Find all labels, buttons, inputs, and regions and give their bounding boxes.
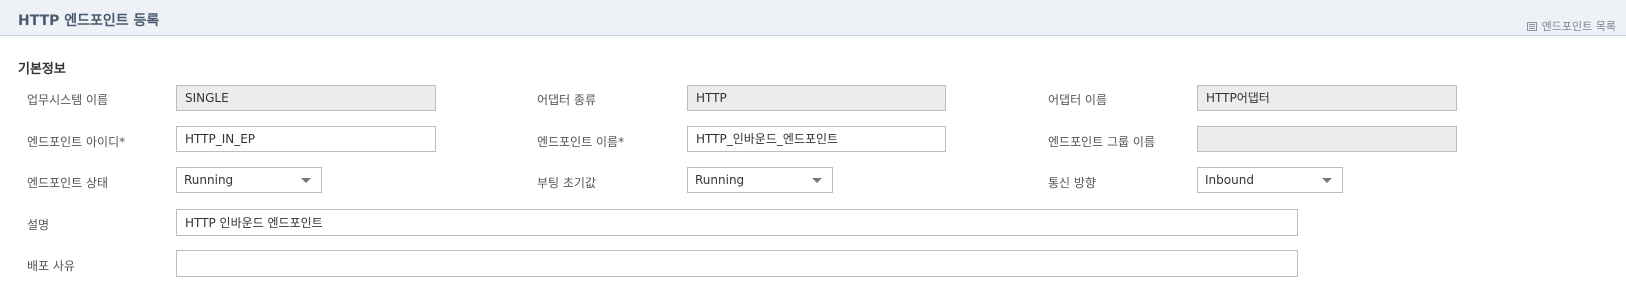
chevron-down-icon [1322,178,1332,183]
adapter-name-field[interactable] [1197,85,1457,111]
endpoint-status-select[interactable]: Running [176,167,322,193]
chevron-down-icon [301,178,311,183]
description-label: 설명 [27,218,50,232]
business-system-label: 업무시스템 이름 [27,93,109,107]
boot-initial-select[interactable]: Running [687,167,833,193]
page-title: HTTP 엔드포인트 등록 [18,13,160,29]
page-header: HTTP 엔드포인트 등록 엔드포인트 목록 [0,0,1626,36]
endpoint-id-input[interactable] [176,126,436,152]
list-icon [1526,21,1537,31]
endpoint-status-value: Running [184,173,234,187]
adapter-name-label: 어댑터 이름 [1048,93,1108,107]
section-title: 기본정보 [18,62,66,77]
endpoint-list-label: 엔드포인트 목록 [1541,20,1616,33]
adapter-type-field[interactable] [687,85,946,111]
endpoint-id-label: 엔드포인트 아이디* [27,135,126,149]
endpoint-status-label: 엔드포인트 상태 [27,176,109,190]
boot-initial-value: Running [695,173,745,187]
direction-label: 통신 방향 [1048,176,1096,190]
direction-value: Inbound [1205,173,1254,187]
endpoint-name-input[interactable] [687,126,946,152]
endpoint-name-label: 엔드포인트 이름* [537,135,625,149]
description-input[interactable] [176,209,1298,236]
boot-initial-label: 부팅 초기값 [537,176,597,190]
deploy-reason-input[interactable] [176,250,1298,277]
direction-select[interactable]: Inbound [1197,167,1343,193]
deploy-reason-label: 배포 사유 [27,259,75,273]
endpoint-group-label: 엔드포인트 그룹 이름 [1048,135,1155,149]
endpoint-group-field[interactable] [1197,126,1457,152]
endpoint-list-link[interactable]: 엔드포인트 목록 [1526,18,1616,34]
business-system-field[interactable] [176,85,436,111]
adapter-type-label: 어댑터 종류 [537,93,597,107]
chevron-down-icon [812,178,822,183]
